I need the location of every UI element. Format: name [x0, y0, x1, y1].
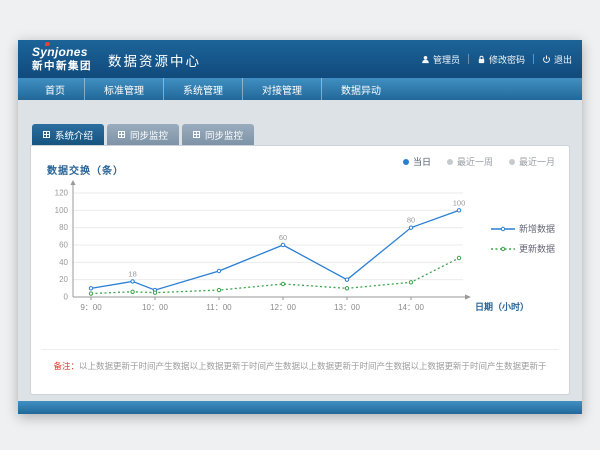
- logo-company-name: 新中新集团: [32, 61, 92, 72]
- tab-label: 系统介绍: [55, 128, 93, 142]
- svg-text:13：00: 13：00: [334, 303, 360, 312]
- logout-label: 退出: [554, 53, 572, 66]
- svg-text:新增数据: 新增数据: [519, 223, 555, 234]
- range-legend-label: 最近一周: [457, 155, 493, 168]
- nav-item-system-mgmt[interactable]: 系统管理: [163, 78, 242, 100]
- tab-sync-monitor-2[interactable]: 同步监控: [182, 124, 254, 145]
- change-password-button[interactable]: 修改密码: [477, 53, 525, 66]
- lock-icon: [477, 55, 486, 64]
- nav-item-data-change[interactable]: 数据异动: [321, 78, 400, 100]
- logout-button[interactable]: 退出: [542, 53, 572, 66]
- chart-range-legend: 当日 最近一周 最近一月: [403, 155, 555, 168]
- nav-item-home[interactable]: 首页: [26, 78, 84, 100]
- svg-text:0: 0: [64, 293, 69, 302]
- svg-text:更新数据: 更新数据: [519, 243, 555, 254]
- svg-text:20: 20: [59, 275, 68, 284]
- range-legend-label: 最近一月: [519, 155, 555, 168]
- logo: Synjones 新中新集团: [32, 46, 92, 72]
- header-actions: 管理员 修改密码 退出: [421, 53, 572, 66]
- power-icon: [542, 55, 551, 64]
- tab-system-intro[interactable]: 系统介绍: [32, 124, 104, 145]
- range-today[interactable]: 当日: [403, 155, 431, 168]
- page-title: 数据资源中心: [108, 50, 201, 70]
- svg-text:12：00: 12：00: [270, 303, 296, 312]
- range-legend-label: 当日: [413, 155, 431, 168]
- svg-text:10：00: 10：00: [142, 303, 168, 312]
- user-label: 管理员: [433, 53, 460, 66]
- footer-bar: [18, 401, 582, 414]
- tab-bar: 系统介绍 同步监控 同步监控: [32, 124, 570, 145]
- svg-text:14：00: 14：00: [398, 303, 424, 312]
- logo-wordmark: Synjones: [32, 46, 92, 58]
- range-last-month[interactable]: 最近一月: [509, 155, 555, 168]
- footnote-text: 以上数据更新于时间产生数据以上数据更新于时间产生数据以上数据更新于时间产生数据以…: [79, 361, 547, 371]
- grid-icon: [193, 131, 200, 138]
- svg-text:80: 80: [59, 223, 68, 232]
- svg-text:120: 120: [55, 189, 69, 198]
- app-window: Synjones 新中新集团 数据资源中心 管理员 修改密码 退出 首页标准管理…: [18, 40, 582, 414]
- svg-text:80: 80: [407, 216, 415, 225]
- legend-dot-icon: [447, 159, 453, 165]
- tab-label: 同步监控: [130, 128, 168, 142]
- legend-dot-icon: [509, 159, 515, 165]
- footnote-label: 备注：: [53, 361, 79, 371]
- change-password-label: 修改密码: [489, 53, 525, 66]
- user-icon: [421, 55, 430, 64]
- line-chart: 0 20 40 60 80 100 120 9：00 10：00 11：00 12：00 13：00 1…: [39, 179, 563, 337]
- legend-dot-icon: [403, 159, 409, 165]
- grid-icon: [43, 131, 50, 138]
- range-last-week[interactable]: 最近一周: [447, 155, 493, 168]
- nav-item-standard-mgmt[interactable]: 标准管理: [84, 78, 163, 100]
- divider: [533, 54, 534, 64]
- tab-sync-monitor-1[interactable]: 同步监控: [107, 124, 179, 145]
- svg-text:60: 60: [279, 233, 287, 242]
- chart-panel: 当日最近一周最近一月 数据交换（条） 0204060801001209：0010…: [30, 145, 570, 395]
- tab-label: 同步监控: [205, 128, 243, 142]
- svg-text:9：00: 9：00: [80, 303, 102, 312]
- grid-icon: [118, 131, 125, 138]
- svg-text:18: 18: [128, 269, 136, 278]
- svg-text:日期（小时）: 日期（小时）: [475, 301, 529, 312]
- footnote: 备注：以上数据更新于时间产生数据以上数据更新于时间产生数据以上数据更新于时间产生…: [41, 349, 559, 372]
- svg-text:11：00: 11：00: [206, 303, 232, 312]
- divider: [468, 54, 469, 64]
- content-area: 系统介绍同步监控同步监控 当日最近一周最近一月 数据交换（条） 02040608…: [18, 100, 582, 401]
- main-nav: 首页标准管理系统管理对接管理数据异动: [18, 78, 582, 100]
- svg-text:100: 100: [453, 198, 466, 207]
- app-header: Synjones 新中新集团 数据资源中心 管理员 修改密码 退出: [18, 40, 582, 78]
- svg-text:60: 60: [59, 241, 68, 250]
- user-button[interactable]: 管理员: [421, 53, 460, 66]
- svg-text:100: 100: [55, 206, 69, 215]
- nav-item-integration-mgmt[interactable]: 对接管理: [242, 78, 321, 100]
- svg-text:40: 40: [59, 258, 68, 267]
